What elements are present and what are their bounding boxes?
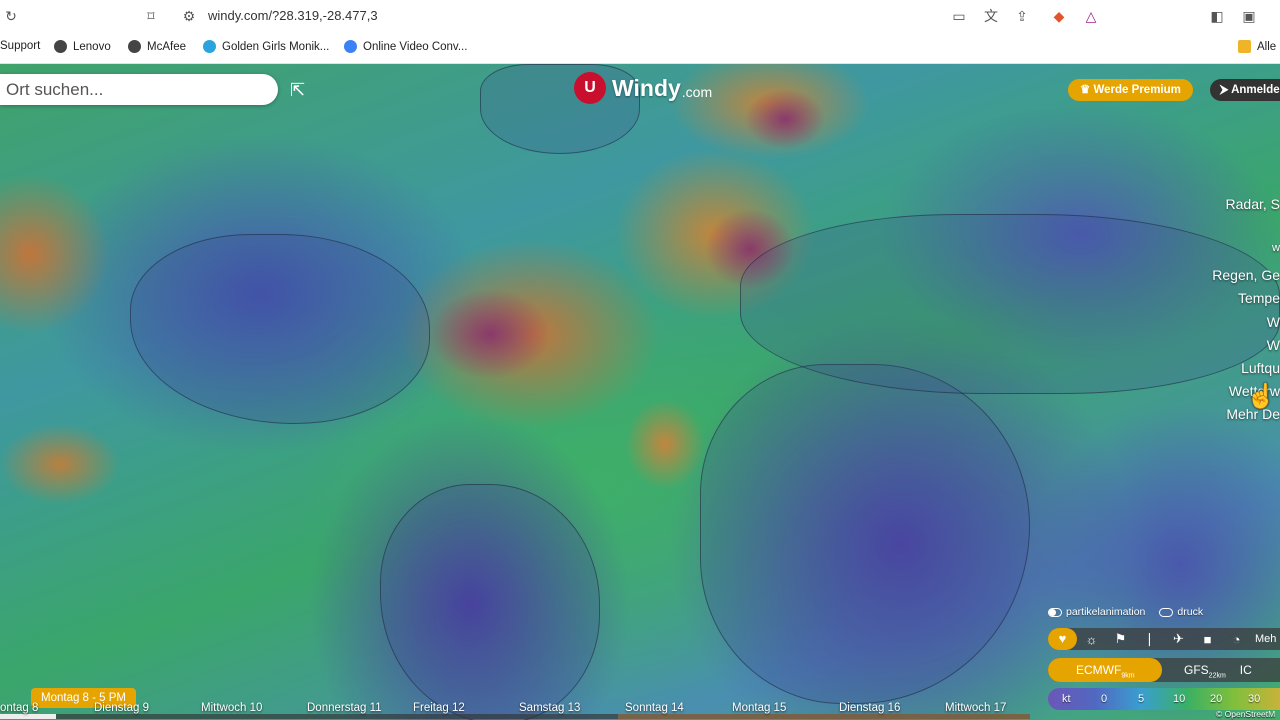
menu-item-temperature[interactable]: Tempe	[1238, 290, 1280, 306]
bookmark-support[interactable]: Support	[0, 40, 40, 52]
south-america-landmass	[380, 484, 600, 720]
bookmark-label: Alle	[1257, 40, 1277, 53]
weather-map[interactable]: ⇱ U Windy .com ♛ Werde Premium ⮞ Anmelde…	[0, 64, 1280, 720]
toggle-switch-icon	[1048, 607, 1062, 617]
cast-icon[interactable]: ▭	[950, 7, 968, 25]
converter-icon	[344, 40, 357, 53]
sidebar-icon[interactable]: ◧	[1208, 7, 1226, 25]
bookmark-golden-girls[interactable]: Golden Girls Monik...	[203, 40, 329, 53]
layers-more[interactable]: Meh	[1255, 633, 1276, 645]
toggle-switch-icon	[1159, 607, 1174, 617]
scale-tick: 20	[1210, 693, 1223, 705]
webcam-icon[interactable]: ■	[1193, 632, 1222, 647]
north-america-landmass	[130, 234, 430, 424]
particles-toggle[interactable]: partikelanimation	[1048, 606, 1145, 618]
hand-cursor-icon: ☝	[1246, 383, 1276, 410]
model-icon[interactable]: IC	[1240, 658, 1266, 682]
login-button[interactable]: ⮞ Anmelden	[1210, 79, 1280, 101]
bookmark-icon[interactable]: ⌑	[142, 7, 160, 25]
windy-logo[interactable]: U Windy .com	[574, 72, 712, 104]
scale-unit: kt	[1062, 693, 1071, 705]
bookmark-mcafee[interactable]: McAfee	[128, 40, 186, 53]
particles-label: partikelanimation	[1066, 606, 1146, 618]
browser-address-bar: ↻ ⌑ ⚙ windy.com/?28.319,-28.477,3 ▭ 文 ⇪ …	[0, 0, 1280, 32]
wallet-icon[interactable]: ▣	[1240, 7, 1258, 25]
globe-icon	[128, 40, 141, 53]
weather-icon[interactable]: ☼	[1077, 632, 1106, 647]
globe-icon	[54, 40, 67, 53]
bookmark-label: Lenovo	[73, 40, 111, 53]
thermometer-icon[interactable]: ❘	[1135, 631, 1164, 647]
flag-icon[interactable]: ⚑	[1106, 631, 1135, 647]
scale-tick: 0	[1101, 693, 1108, 705]
menu-item-rain[interactable]: Regen, Ge	[1212, 267, 1280, 283]
model-selector: ECMWF9km GFS22km IC	[1048, 658, 1280, 682]
scale-tick: 10	[1173, 693, 1186, 705]
logo-tld: .com	[681, 84, 713, 100]
search-box[interactable]	[0, 74, 278, 105]
logo-name: Windy	[612, 74, 681, 101]
bookmark-label: Online Video Conv...	[363, 40, 468, 53]
menu-item-radar[interactable]: Radar, S	[1226, 196, 1280, 212]
timeline-day[interactable]: Sonntag 14	[625, 702, 684, 714]
site-settings-icon[interactable]: ⚙	[180, 7, 198, 25]
bookmark-all[interactable]: Alle	[1238, 40, 1276, 53]
model-resolution: 22km	[1208, 672, 1226, 680]
model-name: ECMWF	[1076, 663, 1122, 677]
bookmark-lenovo[interactable]: Lenovo	[54, 40, 111, 53]
favorites-heart-icon[interactable]: ♥	[1048, 628, 1077, 650]
bookmark-label: Support	[0, 40, 41, 52]
timeline-day[interactable]: Freitag 12	[413, 702, 465, 714]
timeline-day[interactable]: Dienstag 9	[94, 702, 149, 714]
layer-bar: ♥ ☼ ⚑ ❘ ✈ ■ ◔ Meh	[1048, 628, 1280, 650]
telegram-icon	[203, 40, 216, 53]
model-gfs[interactable]: GFS22km	[1162, 658, 1240, 682]
timeline-days: ontag 8 Dienstag 9 Mittwoch 10 Donnersta…	[0, 701, 1030, 720]
share-icon[interactable]: ⇱	[290, 80, 312, 100]
premium-label: Werde Premium	[1093, 84, 1181, 96]
map-toggles: partikelanimation druck	[1048, 606, 1203, 618]
login-label: Anmelden	[1231, 84, 1280, 96]
bookmarks-bar	[0, 32, 1280, 64]
timeline-day[interactable]: Donnerstag 11	[307, 702, 382, 714]
map-copyright[interactable]: © OpenStreetM	[1216, 709, 1275, 719]
brave-shield-icon[interactable]: ◆	[1050, 7, 1068, 25]
model-name: GFS	[1184, 663, 1209, 677]
timeline-day[interactable]: Montag 15	[732, 702, 786, 714]
pressure-label: druck	[1177, 606, 1204, 618]
brave-rewards-icon[interactable]: △	[1082, 7, 1100, 25]
timeline-day[interactable]: Mittwoch 17	[945, 702, 1006, 714]
model-name: IC	[1239, 663, 1252, 677]
bookmark-label: Golden Girls Monik...	[222, 40, 330, 53]
eurasia-landmass	[740, 214, 1280, 394]
windy-logo-icon: U	[574, 72, 606, 104]
timeline-day[interactable]: Dienstag 16	[839, 702, 900, 714]
translate-icon[interactable]: 文	[982, 7, 1000, 25]
wind-scale-legend: kt 0 5 10 20 30	[1048, 688, 1280, 710]
timeline-day[interactable]: Mittwoch 10	[201, 702, 262, 714]
model-ecmwf[interactable]: ECMWF9km	[1048, 658, 1162, 682]
africa-landmass	[700, 364, 1030, 704]
share-icon[interactable]: ⇪	[1013, 7, 1031, 25]
timeline-day[interactable]: Samstag 13	[519, 702, 580, 714]
menu-item-w1[interactable]: W	[1267, 314, 1280, 330]
airplane-icon[interactable]: ✈	[1164, 631, 1193, 647]
premium-button[interactable]: ♛ Werde Premium	[1068, 79, 1193, 101]
model-resolution: 9km	[1121, 672, 1135, 680]
bookmark-label: McAfee	[147, 40, 186, 53]
radar-icon[interactable]: ◔	[1222, 632, 1251, 647]
scale-tick: 5	[1138, 693, 1145, 705]
bookmark-video-converter[interactable]: Online Video Conv...	[344, 40, 467, 53]
scale-tick: 30	[1248, 693, 1261, 705]
search-input[interactable]	[0, 74, 278, 105]
menu-item-wind[interactable]: w	[1272, 242, 1280, 254]
url-text[interactable]: windy.com/?28.319,-28.477,3	[208, 8, 378, 23]
pressure-toggle[interactable]: druck	[1159, 606, 1203, 618]
menu-item-air-quality[interactable]: Luftqu	[1241, 360, 1280, 376]
menu-item-w2[interactable]: W	[1267, 337, 1280, 353]
timeline-day[interactable]: ontag 8	[0, 702, 38, 714]
reload-icon[interactable]: ↻	[2, 7, 20, 25]
folder-icon	[1238, 40, 1251, 53]
